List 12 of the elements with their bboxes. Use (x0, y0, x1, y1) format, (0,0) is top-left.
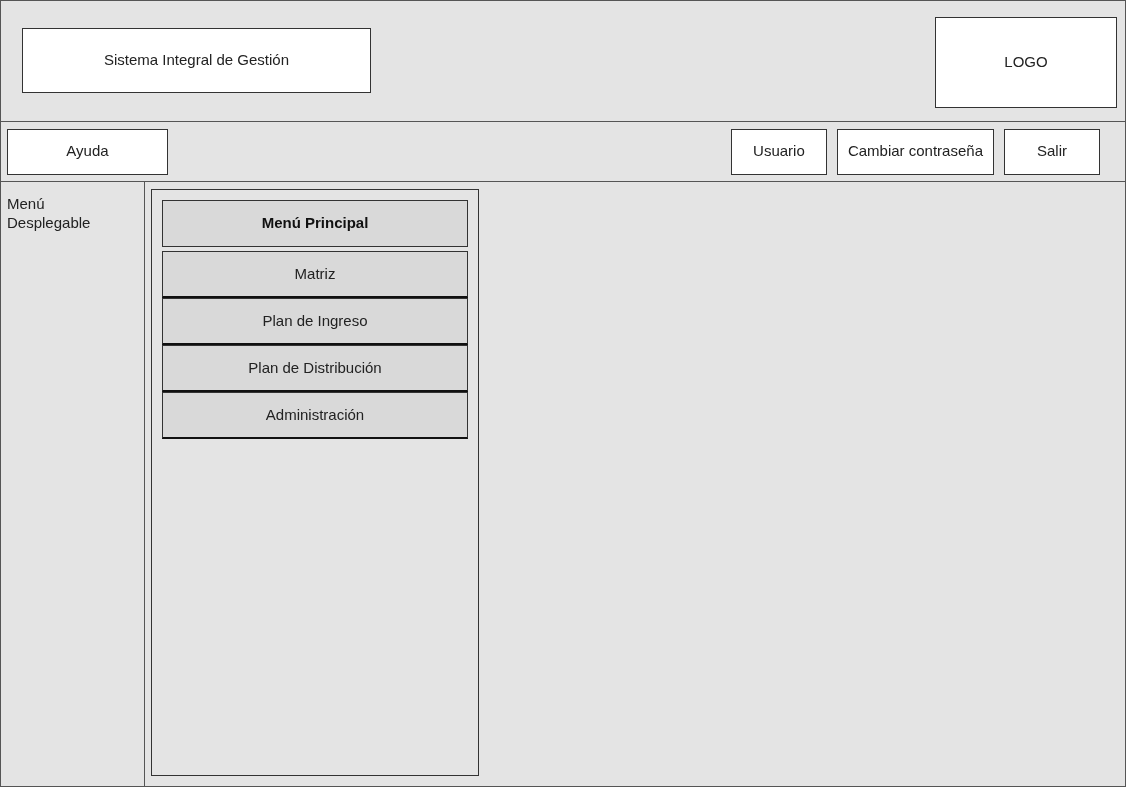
menu-item[interactable]: Plan de Ingreso (162, 298, 468, 345)
logo-text: LOGO (1004, 52, 1048, 73)
menu-item[interactable]: Administración (162, 392, 468, 439)
menu-item[interactable]: Matriz (162, 251, 468, 298)
menu-item[interactable]: Plan de Distribución (162, 345, 468, 392)
app-title: Sistema Integral de Gestión (22, 28, 371, 93)
sidebar-label: Menú Desplegable (7, 194, 92, 232)
toolbar-button[interactable]: Usuario (730, 128, 827, 175)
menu-heading: Menú Principal (162, 200, 468, 247)
toolbar-button[interactable]: Cambiar contraseña (836, 128, 994, 175)
toolbar-button[interactable]: Salir (1004, 128, 1100, 175)
help-button[interactable]: Ayuda (7, 128, 168, 175)
